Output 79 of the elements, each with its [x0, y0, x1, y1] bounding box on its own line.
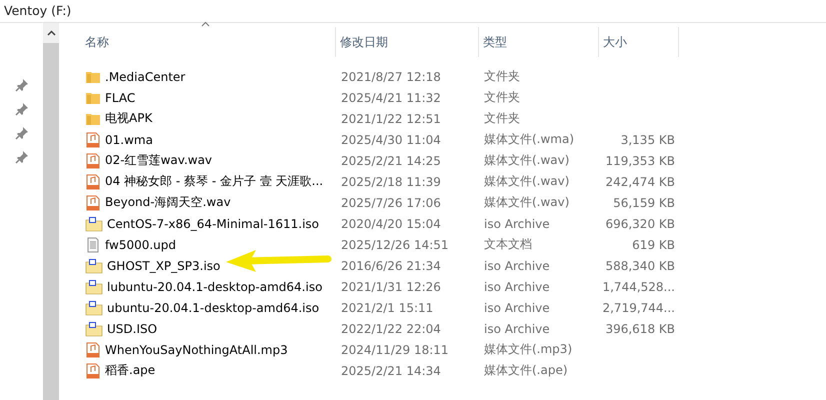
audio-file-icon: [85, 132, 101, 148]
disc-image-icon: [85, 320, 103, 336]
modified-date: 2021/2/1 15:11: [340, 300, 434, 314]
scrollbar[interactable]: [43, 23, 59, 400]
disc-image-icon: [85, 278, 103, 294]
sort-ascending-icon: [201, 21, 210, 27]
modified-date: 2016/6/26 21:34: [340, 258, 442, 272]
file-type: 媒体文件(.wav): [483, 194, 570, 211]
modified-date: 2021/1/22 12:51: [340, 112, 442, 126]
disc-image-icon: [85, 216, 103, 232]
file-name[interactable]: 电视APK: [105, 110, 152, 127]
file-name[interactable]: 02-红雪莲wav.wav: [105, 152, 212, 169]
modified-date: 2025/4/30 11:04: [340, 132, 442, 146]
file-name[interactable]: 稻香.ape: [105, 362, 156, 379]
file-size: 1,744,528...: [601, 280, 676, 294]
file-type: 文本文档: [483, 236, 533, 253]
file-size: 242,474 KB: [604, 174, 676, 188]
modified-date: 2021/1/31 12:26: [340, 280, 442, 294]
column-header[interactable]: 大小: [599, 27, 679, 57]
modified-date: 2025/2/21 14:34: [340, 364, 442, 378]
modified-date: 2025/7/26 17:06: [340, 196, 442, 210]
file-name[interactable]: USD.ISO: [107, 322, 158, 336]
file-type: 文件夹: [483, 89, 521, 106]
file-type: iso Archive: [483, 280, 551, 294]
disc-image-icon: [85, 300, 103, 316]
pin-icon[interactable]: [14, 149, 30, 165]
file-type: 文件夹: [483, 110, 521, 127]
file-size: 588,340 KB: [604, 258, 676, 272]
scroll-up-icon[interactable]: [46, 30, 56, 36]
file-name[interactable]: fw5000.upd: [105, 238, 176, 252]
disc-image-icon: [85, 258, 103, 274]
text-file-icon: [85, 236, 101, 252]
file-name[interactable]: lubuntu-20.04.1-desktop-amd64.iso: [107, 280, 322, 294]
file-name[interactable]: GHOST_XP_SP3.iso: [107, 258, 220, 272]
file-type: 媒体文件(.wav): [483, 152, 570, 169]
file-type: iso Archive: [483, 258, 551, 272]
modified-date: 2022/1/22 22:04: [340, 322, 442, 336]
modified-date: 2025/2/18 11:39: [340, 174, 442, 188]
modified-date: 2020/4/20 15:04: [340, 216, 442, 230]
file-name[interactable]: ubuntu-20.04.1-desktop-amd64.iso: [107, 300, 320, 314]
file-name[interactable]: Beyond-海阔天空.wav: [105, 194, 231, 211]
file-type: 文件夹: [483, 68, 521, 85]
modified-date: 2025/2/21 14:25: [340, 154, 442, 168]
file-name[interactable]: FLAC: [105, 90, 136, 104]
file-type: 媒体文件(.wav): [483, 173, 570, 190]
audio-file-icon: [85, 342, 101, 358]
modified-date: 2025/12/26 14:51: [340, 238, 450, 252]
file-size: 119,353 KB: [604, 154, 676, 168]
column-header[interactable]: 名称: [81, 27, 336, 57]
modified-date: 2025/4/21 11:32: [340, 90, 442, 104]
audio-file-icon: [85, 174, 101, 190]
file-type: iso Archive: [483, 300, 551, 314]
audio-file-icon: [85, 362, 101, 378]
file-size: 696,320 KB: [604, 216, 676, 230]
file-name[interactable]: CentOS-7-x86_64-Minimal-1611.iso: [107, 216, 320, 230]
file-type: 媒体文件(.wma): [483, 131, 576, 148]
file-size: 56,159 KB: [612, 196, 676, 210]
file-size: 619 KB: [631, 238, 676, 252]
file-size: 3,135 KB: [620, 132, 676, 146]
file-type: 媒体文件(.ape): [483, 362, 569, 379]
audio-file-icon: [85, 152, 101, 168]
column-header[interactable]: 修改日期: [336, 27, 479, 57]
window-title: Ventoy (F:): [0, 0, 826, 23]
file-name[interactable]: 04 神秘女郎 - 蔡琴 - 金片子 壹 天涯歌...: [105, 173, 324, 190]
modified-date: 2024/11/29 18:11: [340, 342, 450, 356]
pin-icon[interactable]: [14, 77, 30, 93]
file-type: iso Archive: [483, 322, 551, 336]
file-name[interactable]: 01.wma: [105, 132, 153, 146]
file-type: 媒体文件(.mp3): [483, 341, 574, 358]
modified-date: 2021/8/27 12:18: [340, 70, 442, 84]
file-size: 396,618 KB: [604, 322, 676, 336]
audio-file-icon: [85, 194, 101, 210]
file-name[interactable]: WhenYouSayNothingAtAll.mp3: [105, 342, 288, 356]
file-size: 2,719,744...: [601, 300, 676, 314]
pin-icon[interactable]: [14, 101, 30, 117]
file-name[interactable]: .MediaCenter: [105, 70, 186, 84]
pin-icon[interactable]: [14, 125, 30, 141]
column-header[interactable]: 类型: [479, 27, 599, 57]
file-type: iso Archive: [483, 216, 551, 230]
